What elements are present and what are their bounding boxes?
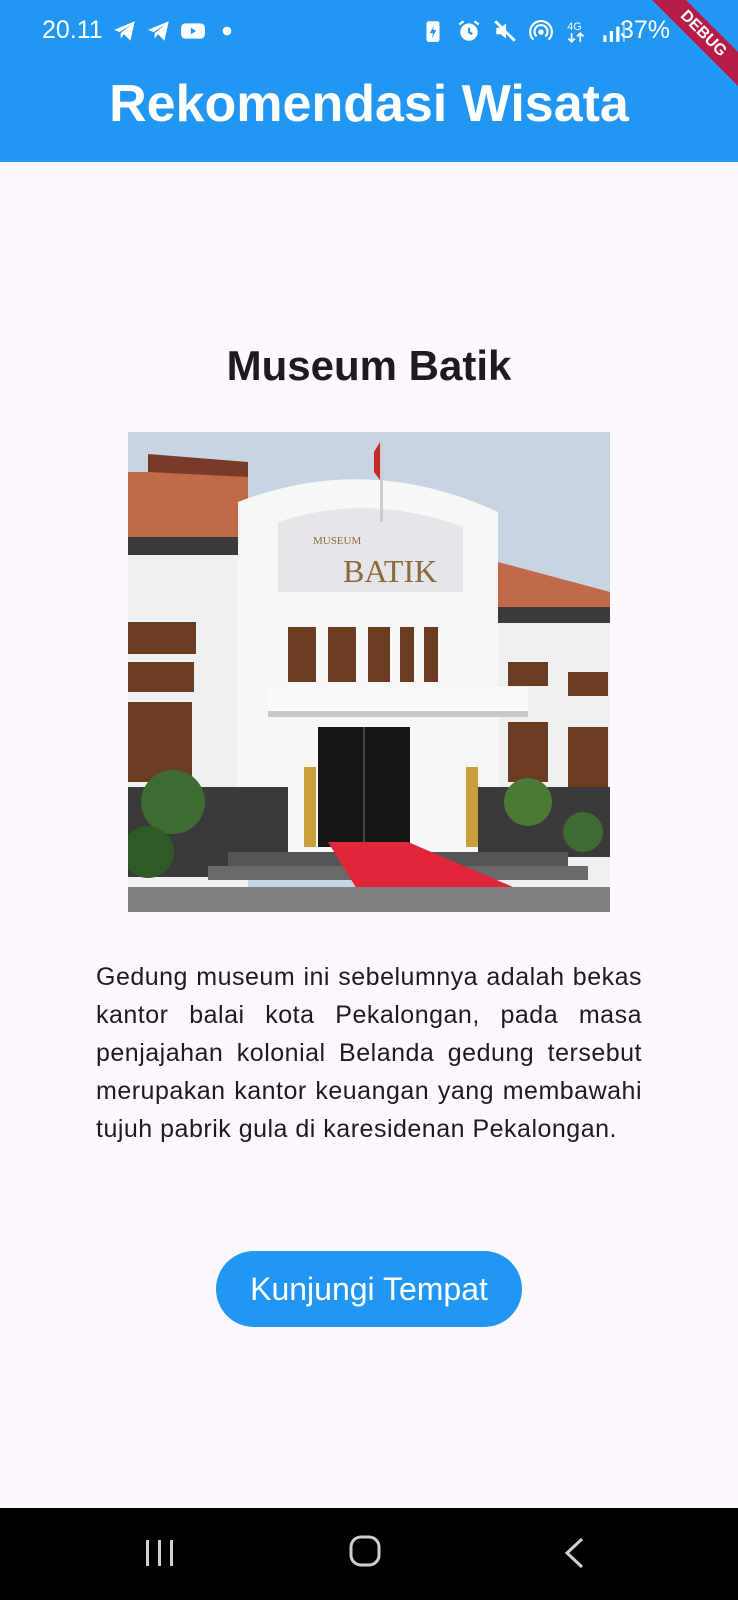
place-title: Museum Batik: [226, 342, 512, 389]
app-title: Rekomendasi Wisata: [109, 75, 629, 133]
telegram-icon: [114, 21, 135, 41]
telegram-icon: [148, 21, 169, 41]
youtube-icon: [181, 23, 205, 39]
back-icon[interactable]: [562, 1536, 586, 1570]
app-bar: 20.11 4G 37% Rekomendasi Wisata DEBUG: [0, 0, 738, 162]
status-bar: 20.11 4G 37%: [0, 0, 738, 62]
battery-level: 37%: [620, 16, 671, 44]
photo-sign-large: BATIK: [343, 553, 437, 589]
battery-saver-icon: [426, 21, 440, 42]
home-icon[interactable]: [348, 1534, 382, 1568]
hotspot-icon: [529, 20, 553, 41]
place-photo: MUSEUM BATIK: [128, 432, 610, 912]
system-nav-bar: [0, 1508, 738, 1600]
status-time: 20.11: [42, 16, 103, 44]
dot-icon: [222, 26, 232, 36]
alarm-icon: [458, 20, 480, 41]
photo-sign-small: MUSEUM: [313, 535, 362, 547]
mute-icon: [494, 20, 516, 42]
visit-place-button[interactable]: Kunjungi Tempat: [216, 1251, 522, 1327]
place-description: Gedung museum ini sebelumnya adalah beka…: [96, 963, 642, 1143]
4g-icon: 4G: [567, 21, 585, 44]
recent-apps-icon[interactable]: [144, 1538, 176, 1568]
svg-text:4G: 4G: [567, 21, 581, 33]
museum-building-image: MUSEUM BATIK: [128, 432, 610, 912]
